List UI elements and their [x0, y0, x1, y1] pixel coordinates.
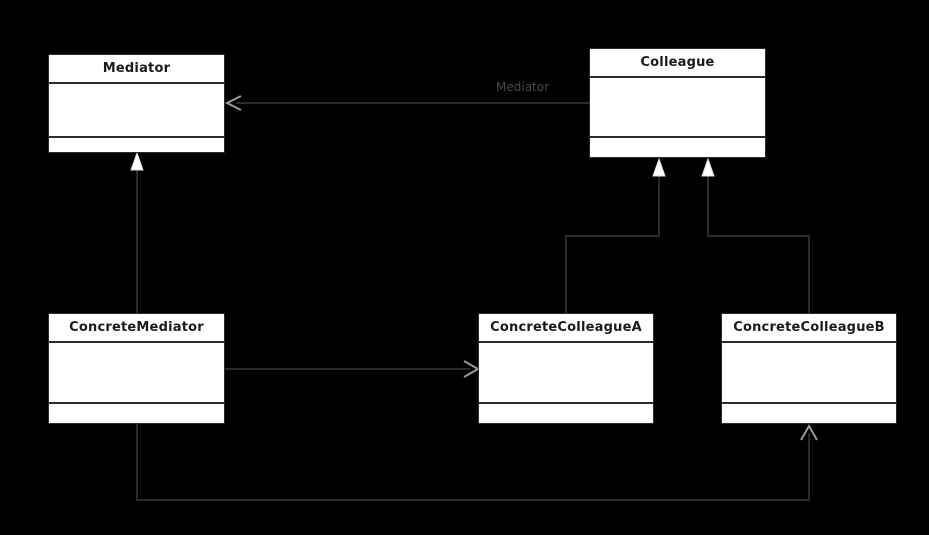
class-box-colleague[interactable]: Colleague	[589, 48, 766, 158]
class-box-concrete-mediator[interactable]: ConcreteMediator	[48, 313, 225, 424]
class-operations-colleague	[590, 138, 765, 157]
class-attributes-concrete-colleague-b	[722, 343, 896, 404]
edge-concrete-mediator-to-colleague-a	[225, 360, 481, 378]
class-operations-concrete-colleague-a	[479, 404, 653, 424]
class-operations-concrete-colleague-b	[722, 404, 896, 424]
edge-concrete-mediator-generalization	[130, 151, 144, 313]
hollow-triangle-arrowhead-icon	[130, 151, 144, 171]
class-name-mediator: Mediator	[49, 55, 224, 84]
open-arrowhead-icon	[463, 360, 481, 378]
class-name-colleague: Colleague	[590, 49, 765, 78]
class-box-mediator[interactable]: Mediator	[48, 54, 225, 153]
edge-concrete-colleague-a-generalization	[565, 157, 666, 313]
class-operations-concrete-mediator	[49, 404, 224, 424]
class-box-concrete-colleague-b[interactable]: ConcreteColleagueB	[721, 313, 897, 424]
class-name-concrete-colleague-b: ConcreteColleagueB	[722, 314, 896, 343]
edge-concrete-mediator-to-colleague-b	[136, 423, 818, 501]
class-attributes-concrete-mediator	[49, 343, 224, 404]
class-name-concrete-mediator: ConcreteMediator	[49, 314, 224, 343]
edge-label-mediator-role: Mediator	[493, 80, 553, 94]
class-operations-mediator	[49, 138, 224, 152]
open-arrowhead-icon	[800, 423, 818, 441]
hollow-triangle-arrowhead-icon	[652, 157, 666, 177]
class-box-concrete-colleague-a[interactable]: ConcreteColleagueA	[478, 313, 654, 424]
uml-diagram-canvas: Mediator Colleague ConcreteMediator Conc…	[0, 0, 929, 535]
class-attributes-colleague	[590, 78, 765, 138]
edge-colleague-to-mediator	[224, 95, 589, 111]
hollow-triangle-arrowhead-icon	[701, 157, 715, 177]
open-arrowhead-icon	[224, 95, 242, 111]
class-attributes-mediator	[49, 84, 224, 138]
class-attributes-concrete-colleague-a	[479, 343, 653, 404]
class-name-concrete-colleague-a: ConcreteColleagueA	[479, 314, 653, 343]
edge-concrete-colleague-b-generalization	[701, 157, 810, 313]
